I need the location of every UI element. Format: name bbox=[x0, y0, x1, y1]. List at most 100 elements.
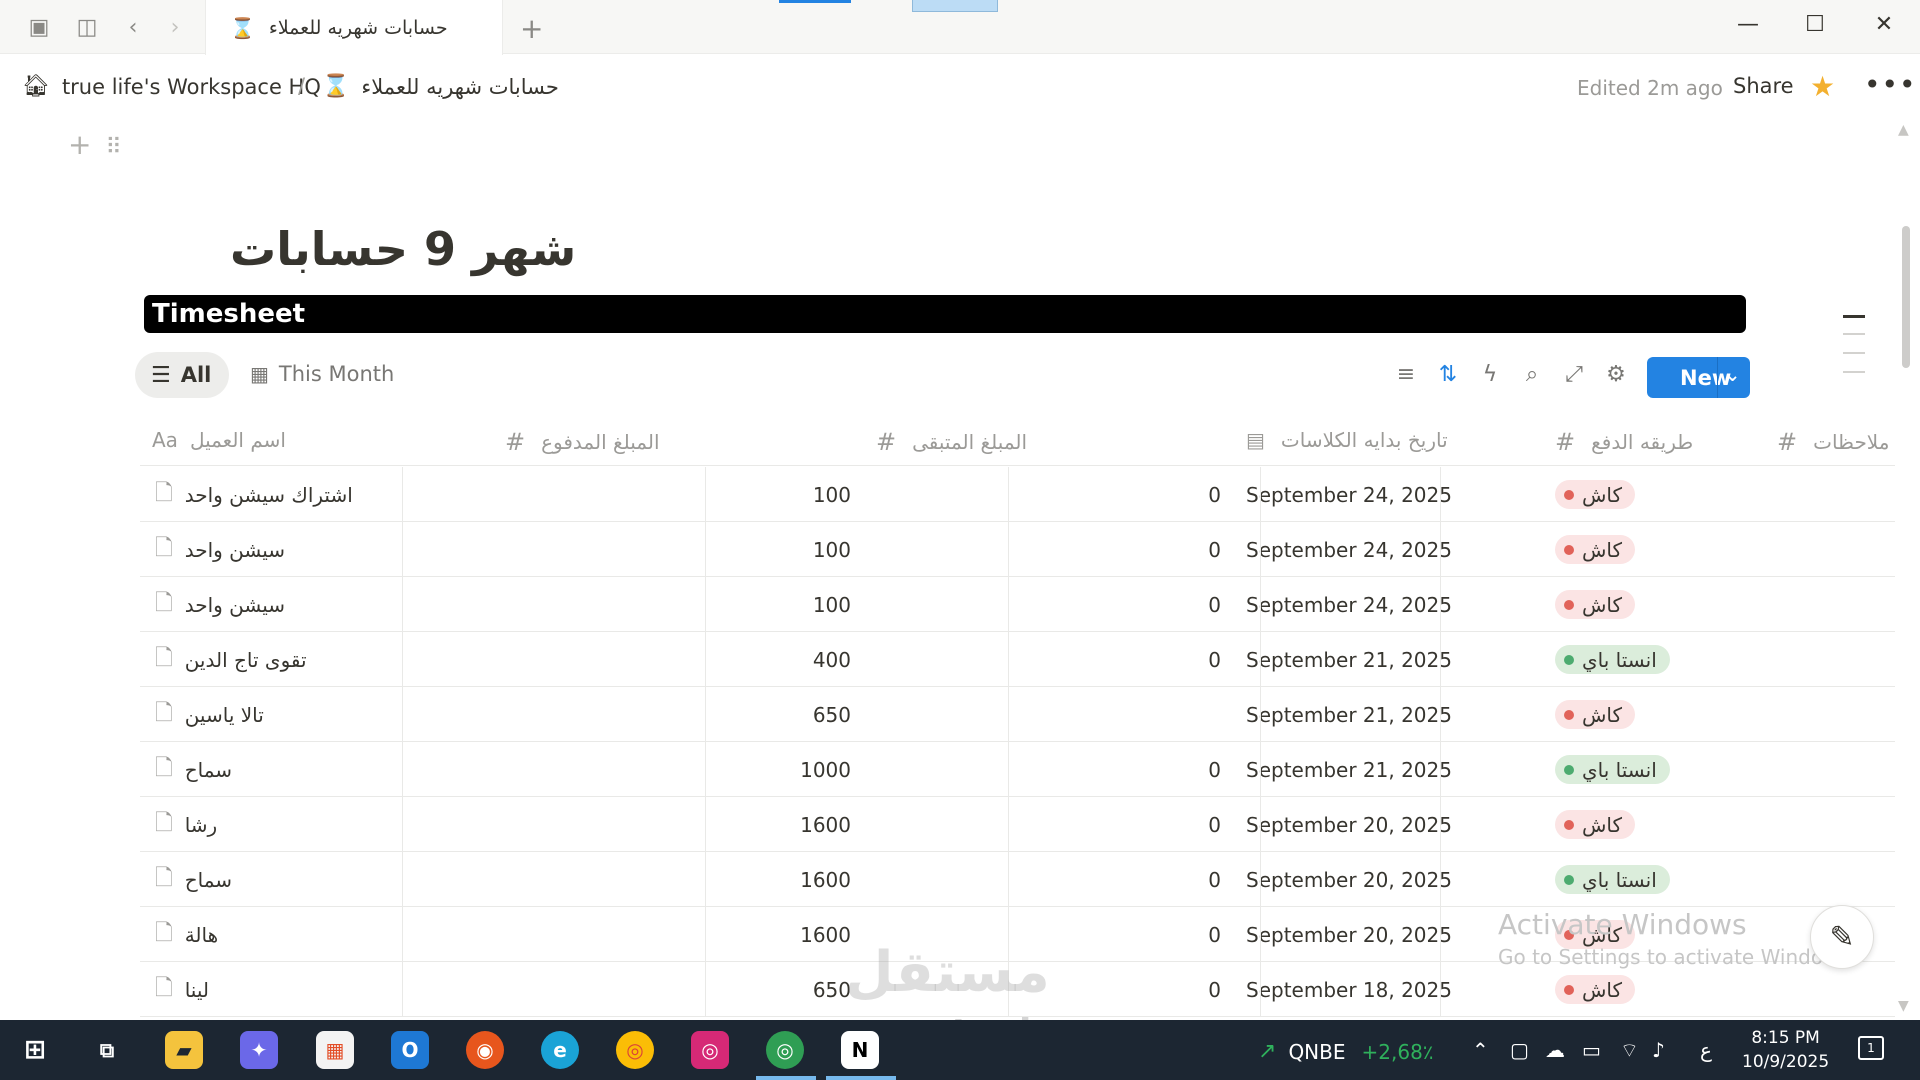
column-header-paid[interactable]: # المبلغ المدفوع bbox=[505, 428, 660, 456]
sort-icon[interactable]: ⇅ bbox=[1434, 362, 1462, 387]
onedrive-icon[interactable]: ☁ bbox=[1545, 1038, 1565, 1062]
table-row[interactable]: 🗋 سيشن واحد 100 0 September 24, 2025 كاش bbox=[140, 577, 1895, 632]
minimize-button[interactable]: — bbox=[1728, 12, 1768, 37]
toc-marker[interactable] bbox=[1843, 371, 1865, 373]
timesheet-banner[interactable]: Timesheet bbox=[144, 295, 1746, 333]
cell-paid-amount[interactable]: 650 bbox=[493, 687, 851, 742]
cell-client-name[interactable]: 🗋 اشتراك سيشن واحد bbox=[155, 467, 485, 522]
cell-paid-amount[interactable]: 400 bbox=[493, 632, 851, 687]
scroll-down-arrow-icon[interactable]: ▼ bbox=[1898, 998, 1909, 1014]
automation-bolt-icon[interactable]: ϟ bbox=[1476, 362, 1504, 387]
outlook-icon[interactable]: O bbox=[391, 1031, 429, 1069]
cell-remaining-amount[interactable]: 0 bbox=[864, 852, 1221, 907]
device-icon[interactable]: ▢ bbox=[1510, 1038, 1529, 1062]
page-title[interactable]: شهر 9 حسابات bbox=[230, 222, 576, 276]
cell-client-name[interactable]: 🗋 تقوى تاج الدين bbox=[155, 632, 485, 687]
chevron-down-icon[interactable]: ⌄ bbox=[1725, 365, 1740, 386]
chrome-icon[interactable]: ◎ bbox=[616, 1031, 654, 1069]
maximize-button[interactable]: ☐ bbox=[1795, 12, 1835, 37]
column-header-start-date[interactable]: ▤ تاريخ بدايه الكلاسات bbox=[1246, 428, 1448, 452]
input-language[interactable]: ع bbox=[1700, 1038, 1712, 1062]
search-icon[interactable]: ⌕ bbox=[1518, 362, 1546, 387]
cell-client-name[interactable]: 🗋 سيشن واحد bbox=[155, 522, 485, 577]
table-row[interactable]: 🗋 تقوى تاج الدين 400 0 September 21, 202… bbox=[140, 632, 1895, 687]
drag-handle-icon[interactable]: ⠿ bbox=[105, 135, 121, 160]
windows-start-icon[interactable]: ⊞ bbox=[16, 1031, 54, 1069]
favorite-star-icon[interactable]: ★ bbox=[1810, 70, 1835, 103]
more-options-icon[interactable]: ••• bbox=[1864, 68, 1917, 101]
new-tab-button[interactable]: + bbox=[520, 12, 543, 45]
cell-paid-amount[interactable]: 100 bbox=[493, 577, 851, 632]
cell-client-name[interactable]: 🗋 سماح bbox=[155, 852, 485, 907]
scroll-up-arrow-icon[interactable]: ▲ bbox=[1898, 122, 1909, 138]
toc-marker[interactable] bbox=[1843, 333, 1865, 335]
new-record-button[interactable]: New ⌄ bbox=[1647, 357, 1750, 398]
cell-notes[interactable] bbox=[1450, 467, 1890, 522]
tab-current-page[interactable]: ⌛ حسابات شهريه للعملاء bbox=[205, 0, 503, 55]
close-window-button[interactable]: ✕ bbox=[1864, 12, 1904, 37]
cell-paid-amount[interactable]: 1000 bbox=[493, 742, 851, 797]
cell-paid-amount[interactable]: 650 bbox=[493, 962, 851, 1017]
cell-remaining-amount[interactable]: 0 bbox=[864, 797, 1221, 852]
expand-icon[interactable]: ⤢ bbox=[1560, 362, 1588, 387]
cell-client-name[interactable]: 🗋 رشا bbox=[155, 797, 485, 852]
cell-remaining-amount[interactable]: 0 bbox=[864, 742, 1221, 797]
table-row[interactable]: 🗋 سيشن واحد 100 0 September 24, 2025 كاش bbox=[140, 522, 1895, 577]
cell-client-name[interactable]: 🗋 سماح bbox=[155, 742, 485, 797]
back-arrow-icon[interactable]: ‹ bbox=[120, 14, 146, 40]
notion-app-icon[interactable]: N bbox=[841, 1031, 879, 1069]
cell-client-name[interactable]: 🗋 لينا bbox=[155, 962, 485, 1017]
filter-icon[interactable]: ≡ bbox=[1392, 362, 1420, 387]
volume-icon[interactable]: ♪ bbox=[1652, 1038, 1665, 1062]
sidebar-toggle-icon[interactable]: ◫ bbox=[74, 14, 100, 40]
wifi-icon[interactable]: ⌔ bbox=[1620, 1038, 1639, 1063]
cell-remaining-amount[interactable] bbox=[864, 687, 1221, 742]
cell-notes[interactable] bbox=[1450, 962, 1890, 1017]
file-explorer-icon[interactable]: ▰ bbox=[165, 1031, 203, 1069]
table-row[interactable]: 🗋 سماح 1000 0 September 21, 2025 انستا ب… bbox=[140, 742, 1895, 797]
cell-paid-amount[interactable]: 1600 bbox=[493, 852, 851, 907]
breadcrumb-workspace[interactable]: 🏠︎ true life's Workspace HQ bbox=[22, 74, 321, 99]
cell-paid-amount[interactable]: 1600 bbox=[493, 907, 851, 962]
column-header-name[interactable]: Aa اسم العميل bbox=[152, 428, 286, 452]
vertical-scrollbar[interactable] bbox=[1902, 226, 1910, 368]
share-button[interactable]: Share bbox=[1733, 74, 1794, 98]
firefox-icon[interactable]: ◉ bbox=[466, 1031, 504, 1069]
cell-paid-amount[interactable]: 100 bbox=[493, 522, 851, 577]
cell-notes[interactable] bbox=[1450, 632, 1890, 687]
table-row[interactable]: 🗋 سماح 1600 0 September 20, 2025 انستا ب… bbox=[140, 852, 1895, 907]
table-row[interactable]: 🗋 رشا 1600 0 September 20, 2025 كاش bbox=[140, 797, 1895, 852]
toc-marker-active[interactable] bbox=[1843, 315, 1865, 318]
help-assistant-button[interactable]: ✎ bbox=[1810, 905, 1874, 969]
cell-paid-amount[interactable]: 100 bbox=[493, 467, 851, 522]
view-tab-this-month[interactable]: ▦ This Month bbox=[250, 362, 394, 386]
forward-arrow-icon[interactable]: › bbox=[162, 14, 188, 40]
cell-notes[interactable] bbox=[1450, 522, 1890, 577]
breadcrumb-page[interactable]: ⌛ حسابات شهريه للعملاء bbox=[322, 74, 559, 99]
add-block-icon[interactable]: + bbox=[68, 128, 91, 161]
cell-paid-amount[interactable]: 1600 bbox=[493, 797, 851, 852]
cell-client-name[interactable]: 🗋 تالا ياسين bbox=[155, 687, 485, 742]
toc-marker[interactable] bbox=[1843, 352, 1865, 354]
column-header-remaining[interactable]: # المبلغ المتبقى bbox=[876, 428, 1027, 456]
table-row[interactable]: 🗋 تالا ياسين 650 September 21, 2025 كاش bbox=[140, 687, 1895, 742]
instagram-icon[interactable]: ◎ bbox=[691, 1031, 729, 1069]
chevron-up-icon[interactable]: ⌃ bbox=[1472, 1038, 1489, 1062]
task-view-icon[interactable]: ⧉ bbox=[88, 1031, 126, 1069]
cell-notes[interactable] bbox=[1450, 852, 1890, 907]
cell-remaining-amount[interactable]: 0 bbox=[864, 467, 1221, 522]
battery-icon[interactable]: ▭ bbox=[1582, 1038, 1601, 1062]
edge-icon[interactable]: e bbox=[541, 1031, 579, 1069]
cell-remaining-amount[interactable]: 0 bbox=[864, 577, 1221, 632]
cell-notes[interactable] bbox=[1450, 687, 1890, 742]
column-header-notes[interactable]: # ملاحظات bbox=[1777, 428, 1889, 456]
cell-notes[interactable] bbox=[1450, 797, 1890, 852]
cell-notes[interactable] bbox=[1450, 577, 1890, 632]
cell-remaining-amount[interactable]: 0 bbox=[864, 632, 1221, 687]
clock[interactable]: 8:15 PM 10/9/2025 bbox=[1742, 1026, 1829, 1074]
copilot-icon[interactable]: ✦ bbox=[240, 1031, 278, 1069]
settings-sliders-icon[interactable]: ⚙ bbox=[1602, 362, 1630, 387]
microsoft-store-icon[interactable]: ▦ bbox=[316, 1031, 354, 1069]
stock-ticker-widget[interactable]: ↗ QNBE +2,68٪ bbox=[1258, 1039, 1434, 1064]
notion-logo-icon[interactable]: ▣ bbox=[26, 14, 52, 40]
